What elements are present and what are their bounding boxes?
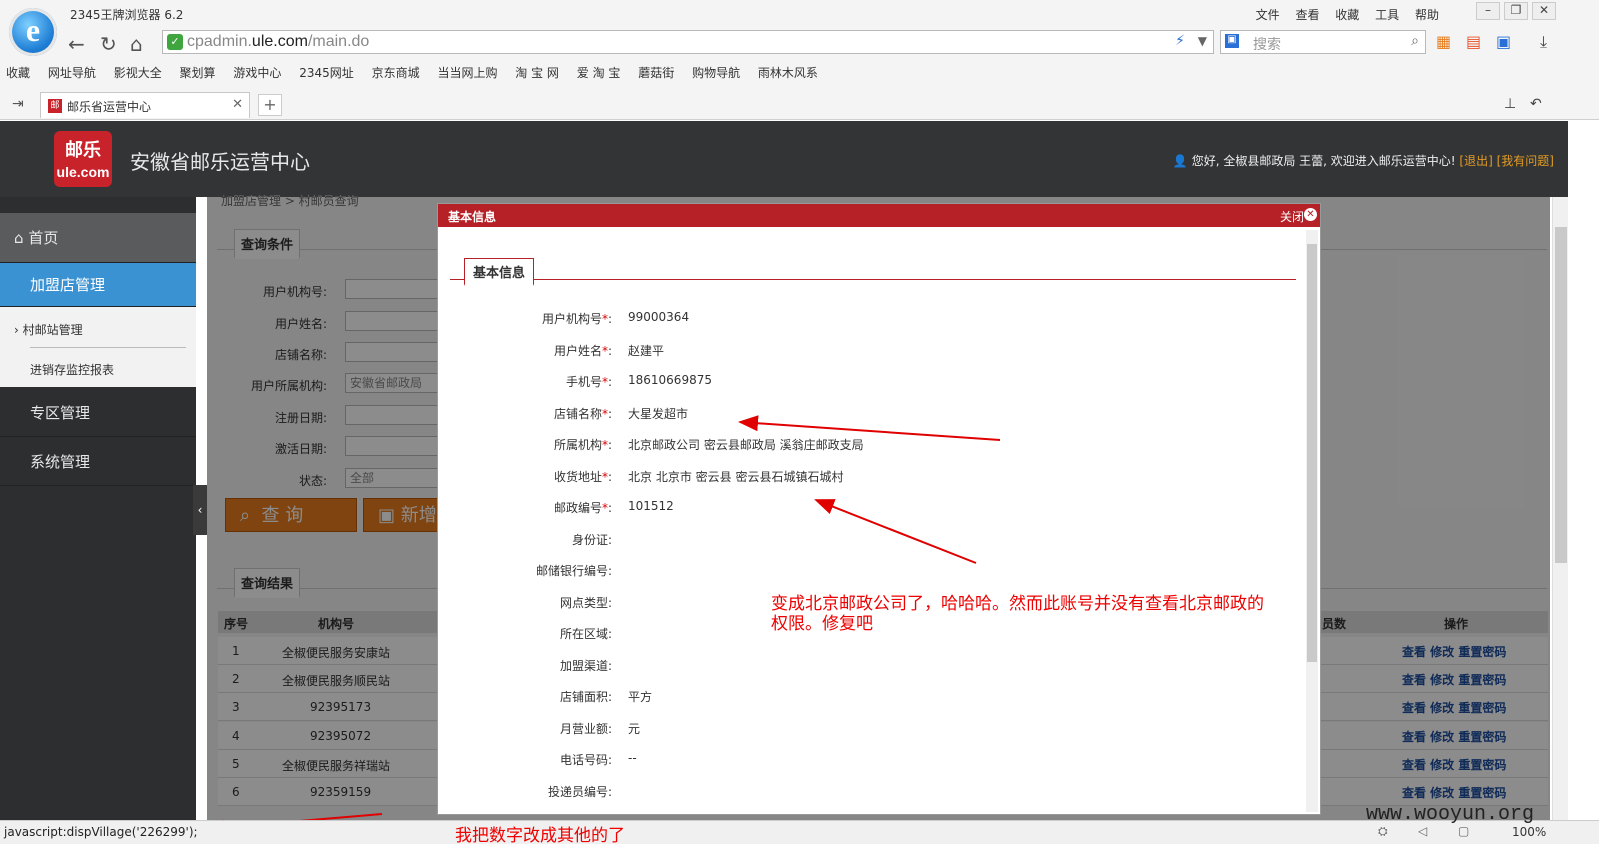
annotation-bottom: 我把数字改成其他的了 xyxy=(455,826,625,846)
watermark: www.wooyun.org xyxy=(1366,803,1535,826)
sound-icon[interactable]: ◁ xyxy=(1418,824,1427,838)
zoom-level[interactable]: 100% xyxy=(1512,825,1546,839)
arrow-to-address xyxy=(814,499,977,564)
status-bar xyxy=(0,820,1599,844)
dialog-tab: 基本信息 xyxy=(464,258,535,286)
speedup-icon[interactable]: ⛭ xyxy=(1378,824,1388,839)
status-url: javascript:dispVillage('226299'); xyxy=(4,825,198,839)
arrow-to-org xyxy=(738,415,1001,441)
fullscreen-icon[interactable]: ▢ xyxy=(1458,824,1469,838)
annotation-arrows xyxy=(204,415,1001,836)
annotation-main-line2: 权限。修复吧 xyxy=(771,614,873,634)
